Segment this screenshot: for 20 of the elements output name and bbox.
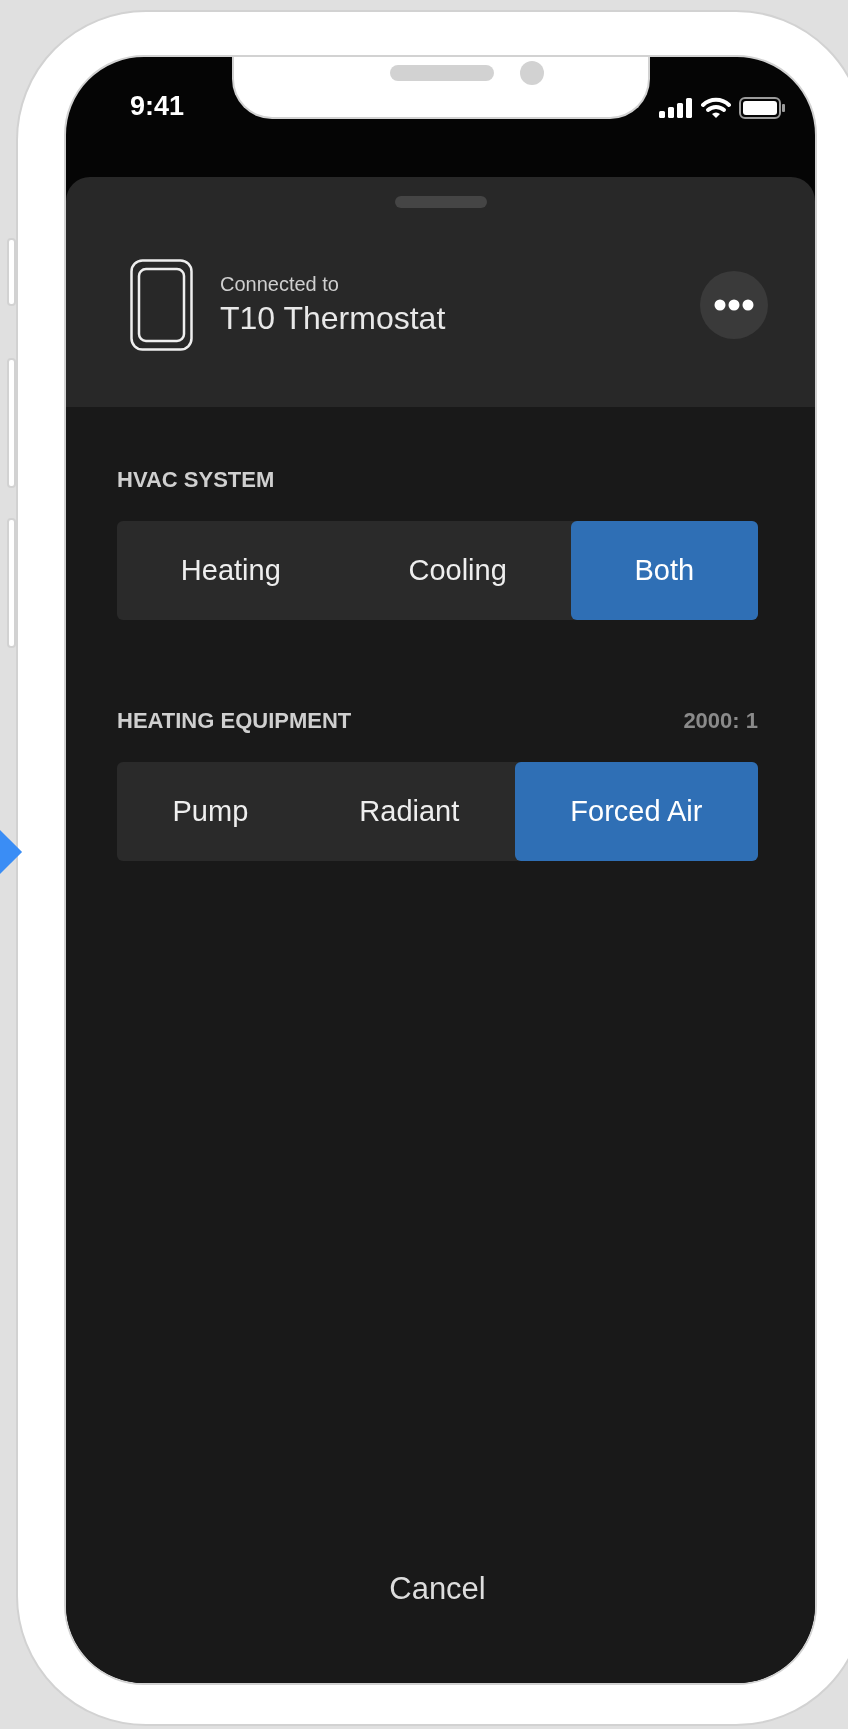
device-name: T10 Thermostat xyxy=(220,300,447,337)
signal-icon xyxy=(659,98,693,118)
segment-option[interactable]: Radiant xyxy=(303,762,515,861)
drag-handle[interactable] xyxy=(394,196,487,208)
section-title: HVAC SYSTEM xyxy=(117,467,275,493)
segment-option[interactable]: Cooling xyxy=(344,521,571,620)
connection-label: Connected to xyxy=(220,273,340,296)
thermostat-device-icon xyxy=(130,259,193,351)
segment-option[interactable]: Both xyxy=(570,521,758,620)
camera-dot xyxy=(520,61,544,85)
segment-option[interactable]: Pump xyxy=(117,762,304,861)
section-title: HEATING EQUIPMENT xyxy=(117,708,352,734)
cancel-button[interactable]: Cancel xyxy=(379,1565,496,1613)
segment-option[interactable]: Forced Air xyxy=(514,762,758,861)
section-value: 2000: 1 xyxy=(683,708,758,734)
status-time: 9:41 xyxy=(130,91,185,122)
segment-option[interactable]: Heating xyxy=(117,521,345,620)
battery-icon xyxy=(739,97,785,119)
more-icon xyxy=(714,299,754,311)
wifi-icon xyxy=(701,97,731,119)
